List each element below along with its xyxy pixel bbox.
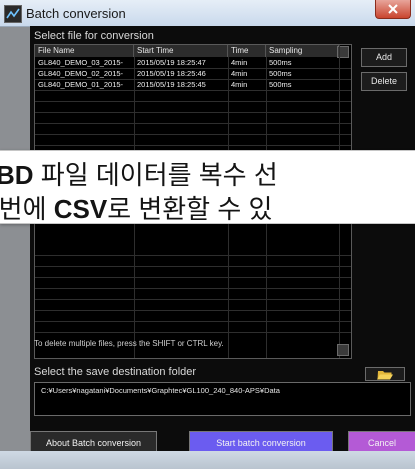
close-button[interactable] <box>375 0 411 19</box>
caption-line-2-prefix: ·번에 <box>0 194 47 224</box>
column-header-start-time[interactable]: Start Time <box>134 45 228 57</box>
table-cell-start-time: 2015/05/19 18:25:47 <box>137 58 206 67</box>
caption-line-1: BD 파일 데이터를 복수 선 <box>0 155 415 192</box>
table-cell-time: 4min <box>231 69 248 78</box>
table-cell-file-name: GL840_DEMO_01_2015- <box>38 80 124 89</box>
title-bar: Batch conversion <box>0 0 415 27</box>
column-header-file-name[interactable]: File Name <box>35 45 134 57</box>
table-cell-sampling: 500ms <box>269 80 292 89</box>
column-header-sampling[interactable]: Sampling <box>266 45 339 57</box>
table-cell-time: 4min <box>231 80 248 89</box>
file-section-label: Select file for conversion <box>34 30 154 42</box>
table-cell-time: 4min <box>231 58 248 67</box>
window-title: Batch conversion <box>26 6 126 21</box>
save-path-field[interactable]: C:¥Users¥nagatani¥Documents¥Graphtec¥GL1… <box>34 382 411 416</box>
scroll-down-button[interactable] <box>337 344 349 356</box>
main-panel: Select file for conversion File Name Sta… <box>30 26 415 469</box>
add-button[interactable]: Add <box>361 48 407 67</box>
app-icon <box>4 5 22 23</box>
window-bottom-border <box>0 451 415 469</box>
close-icon <box>388 4 398 14</box>
save-section-label: Select the save destination folder <box>34 366 197 378</box>
table-cell-file-name: GL840_DEMO_02_2015- <box>38 69 124 78</box>
column-header-time[interactable]: Time <box>228 45 266 57</box>
caption-line-1-bold: BD <box>0 160 34 190</box>
browse-folder-button[interactable] <box>365 367 405 381</box>
folder-open-icon <box>377 371 393 380</box>
multi-select-hint: To delete multiple files, press the SHIF… <box>34 339 224 348</box>
caption-line-2: ·번에 CSV로 변환할 수 있 <box>0 189 415 226</box>
caption-line-2-text: 로 변환할 수 있 <box>107 194 273 224</box>
caption-line-1-text: 파일 데이터를 복수 선 <box>33 160 278 190</box>
caption-line-2-bold: CSV <box>53 194 108 224</box>
table-cell-sampling: 500ms <box>269 69 292 78</box>
batch-conversion-window: Batch conversion Select file for convers… <box>0 0 415 469</box>
caption-banner: BD 파일 데이터를 복수 선 ·번에 CSV로 변환할 수 있 <box>0 150 415 224</box>
table-cell-sampling: 500ms <box>269 58 292 67</box>
table-cell-start-time: 2015/05/19 18:25:45 <box>137 80 206 89</box>
table-cell-file-name: GL840_DEMO_03_2015- <box>38 58 124 67</box>
delete-button[interactable]: Delete <box>361 72 407 91</box>
table-cell-start-time: 2015/05/19 18:25:46 <box>137 69 206 78</box>
